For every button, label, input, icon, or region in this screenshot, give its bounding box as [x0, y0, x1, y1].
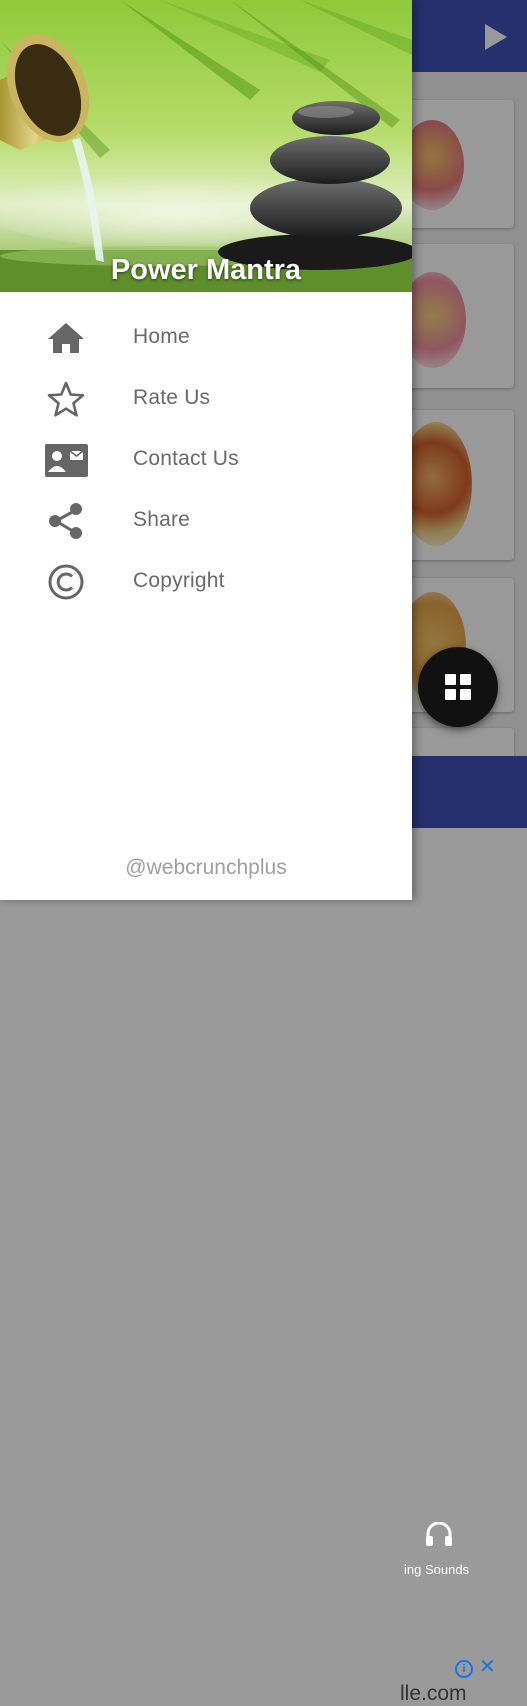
menu-item-label: Copyright	[133, 569, 225, 592]
drawer-header: Power Mantra	[0, 0, 412, 292]
zen-header-image	[0, 0, 412, 292]
navigation-drawer: Power Mantra Home Rate Us Contact Us Sha…	[0, 0, 412, 900]
headphones-icon[interactable]	[425, 1522, 453, 1546]
menu-item-label: Rate Us	[133, 386, 211, 409]
menu-item-share[interactable]: Share	[0, 491, 412, 552]
drawer-menu: Home Rate Us Contact Us Share Copyright	[0, 308, 412, 613]
menu-item-contact-us[interactable]: Contact Us	[0, 430, 412, 491]
developer-credit: @webcrunchplus	[125, 856, 287, 879]
ad-close-icon[interactable]: ✕	[479, 1657, 496, 1677]
grid-fab-button[interactable]	[418, 647, 498, 727]
menu-item-label: Home	[133, 325, 190, 348]
ad-text[interactable]: lle.com	[400, 1682, 467, 1706]
grid-icon	[445, 674, 456, 685]
menu-item-copyright[interactable]: Copyright	[0, 552, 412, 613]
share-icon	[49, 503, 82, 539]
menu-item-label: Share	[133, 508, 191, 531]
menu-item-label: Contact Us	[133, 447, 239, 470]
ad-info-icon[interactable]: i	[455, 1660, 473, 1678]
drawer-title: Power Mantra	[110, 254, 302, 286]
copyright-icon	[48, 564, 84, 600]
star-outline-icon	[47, 381, 85, 417]
menu-item-home[interactable]: Home	[0, 308, 412, 369]
home-icon	[48, 323, 84, 353]
bottom-nav-label[interactable]: ing Sounds	[404, 1562, 469, 1577]
menu-item-rate-us[interactable]: Rate Us	[0, 369, 412, 430]
contact-card-icon	[45, 444, 88, 477]
